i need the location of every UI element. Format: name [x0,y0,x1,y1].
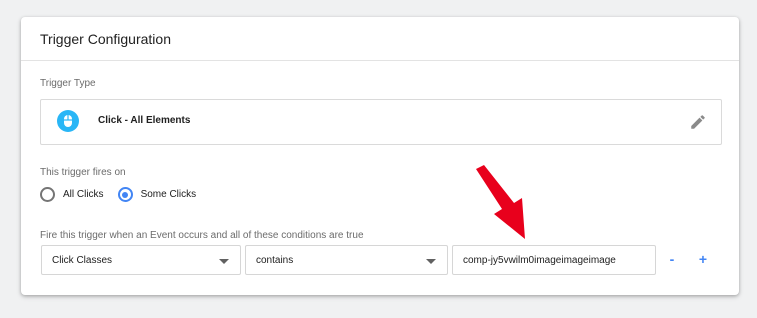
variable-dropdown[interactable]: Click Classes [41,245,241,275]
chevron-down-icon [426,259,436,264]
fires-on-radio-group: All Clicks Some Clicks [40,187,210,202]
mouse-icon [57,110,79,132]
remove-condition-button[interactable]: - [663,249,681,269]
trigger-type-label: Trigger Type [40,78,96,89]
radio-some-clicks-circle[interactable] [117,187,133,202]
trigger-type-selector[interactable]: Click - All Elements [40,99,722,145]
trigger-configuration-card: Trigger Configuration Trigger Type Click… [21,17,739,295]
trigger-type-name: Click - All Elements [98,115,191,126]
radio-all-clicks[interactable]: All Clicks [40,187,104,202]
card-title: Trigger Configuration [21,17,739,61]
add-condition-button[interactable]: + [694,249,712,269]
radio-some-clicks-label: Some Clicks [140,189,197,200]
condition-label: Fire this trigger when an Event occurs a… [40,230,364,241]
fires-on-label: This trigger fires on [40,167,126,178]
radio-some-clicks[interactable]: Some Clicks [117,187,197,202]
radio-all-clicks-label: All Clicks [63,189,104,200]
radio-all-clicks-circle[interactable] [40,187,55,202]
operator-dropdown[interactable]: contains [245,245,448,275]
condition-value-text: comp-jy5vwilm0imageimageimage [463,254,616,266]
pencil-edit-icon[interactable] [689,113,707,131]
annotation-arrow-icon [476,165,525,239]
operator-dropdown-value: contains [256,254,294,266]
condition-value-input[interactable]: comp-jy5vwilm0imageimageimage [452,245,656,275]
chevron-down-icon [219,259,229,264]
variable-dropdown-value: Click Classes [52,254,113,266]
